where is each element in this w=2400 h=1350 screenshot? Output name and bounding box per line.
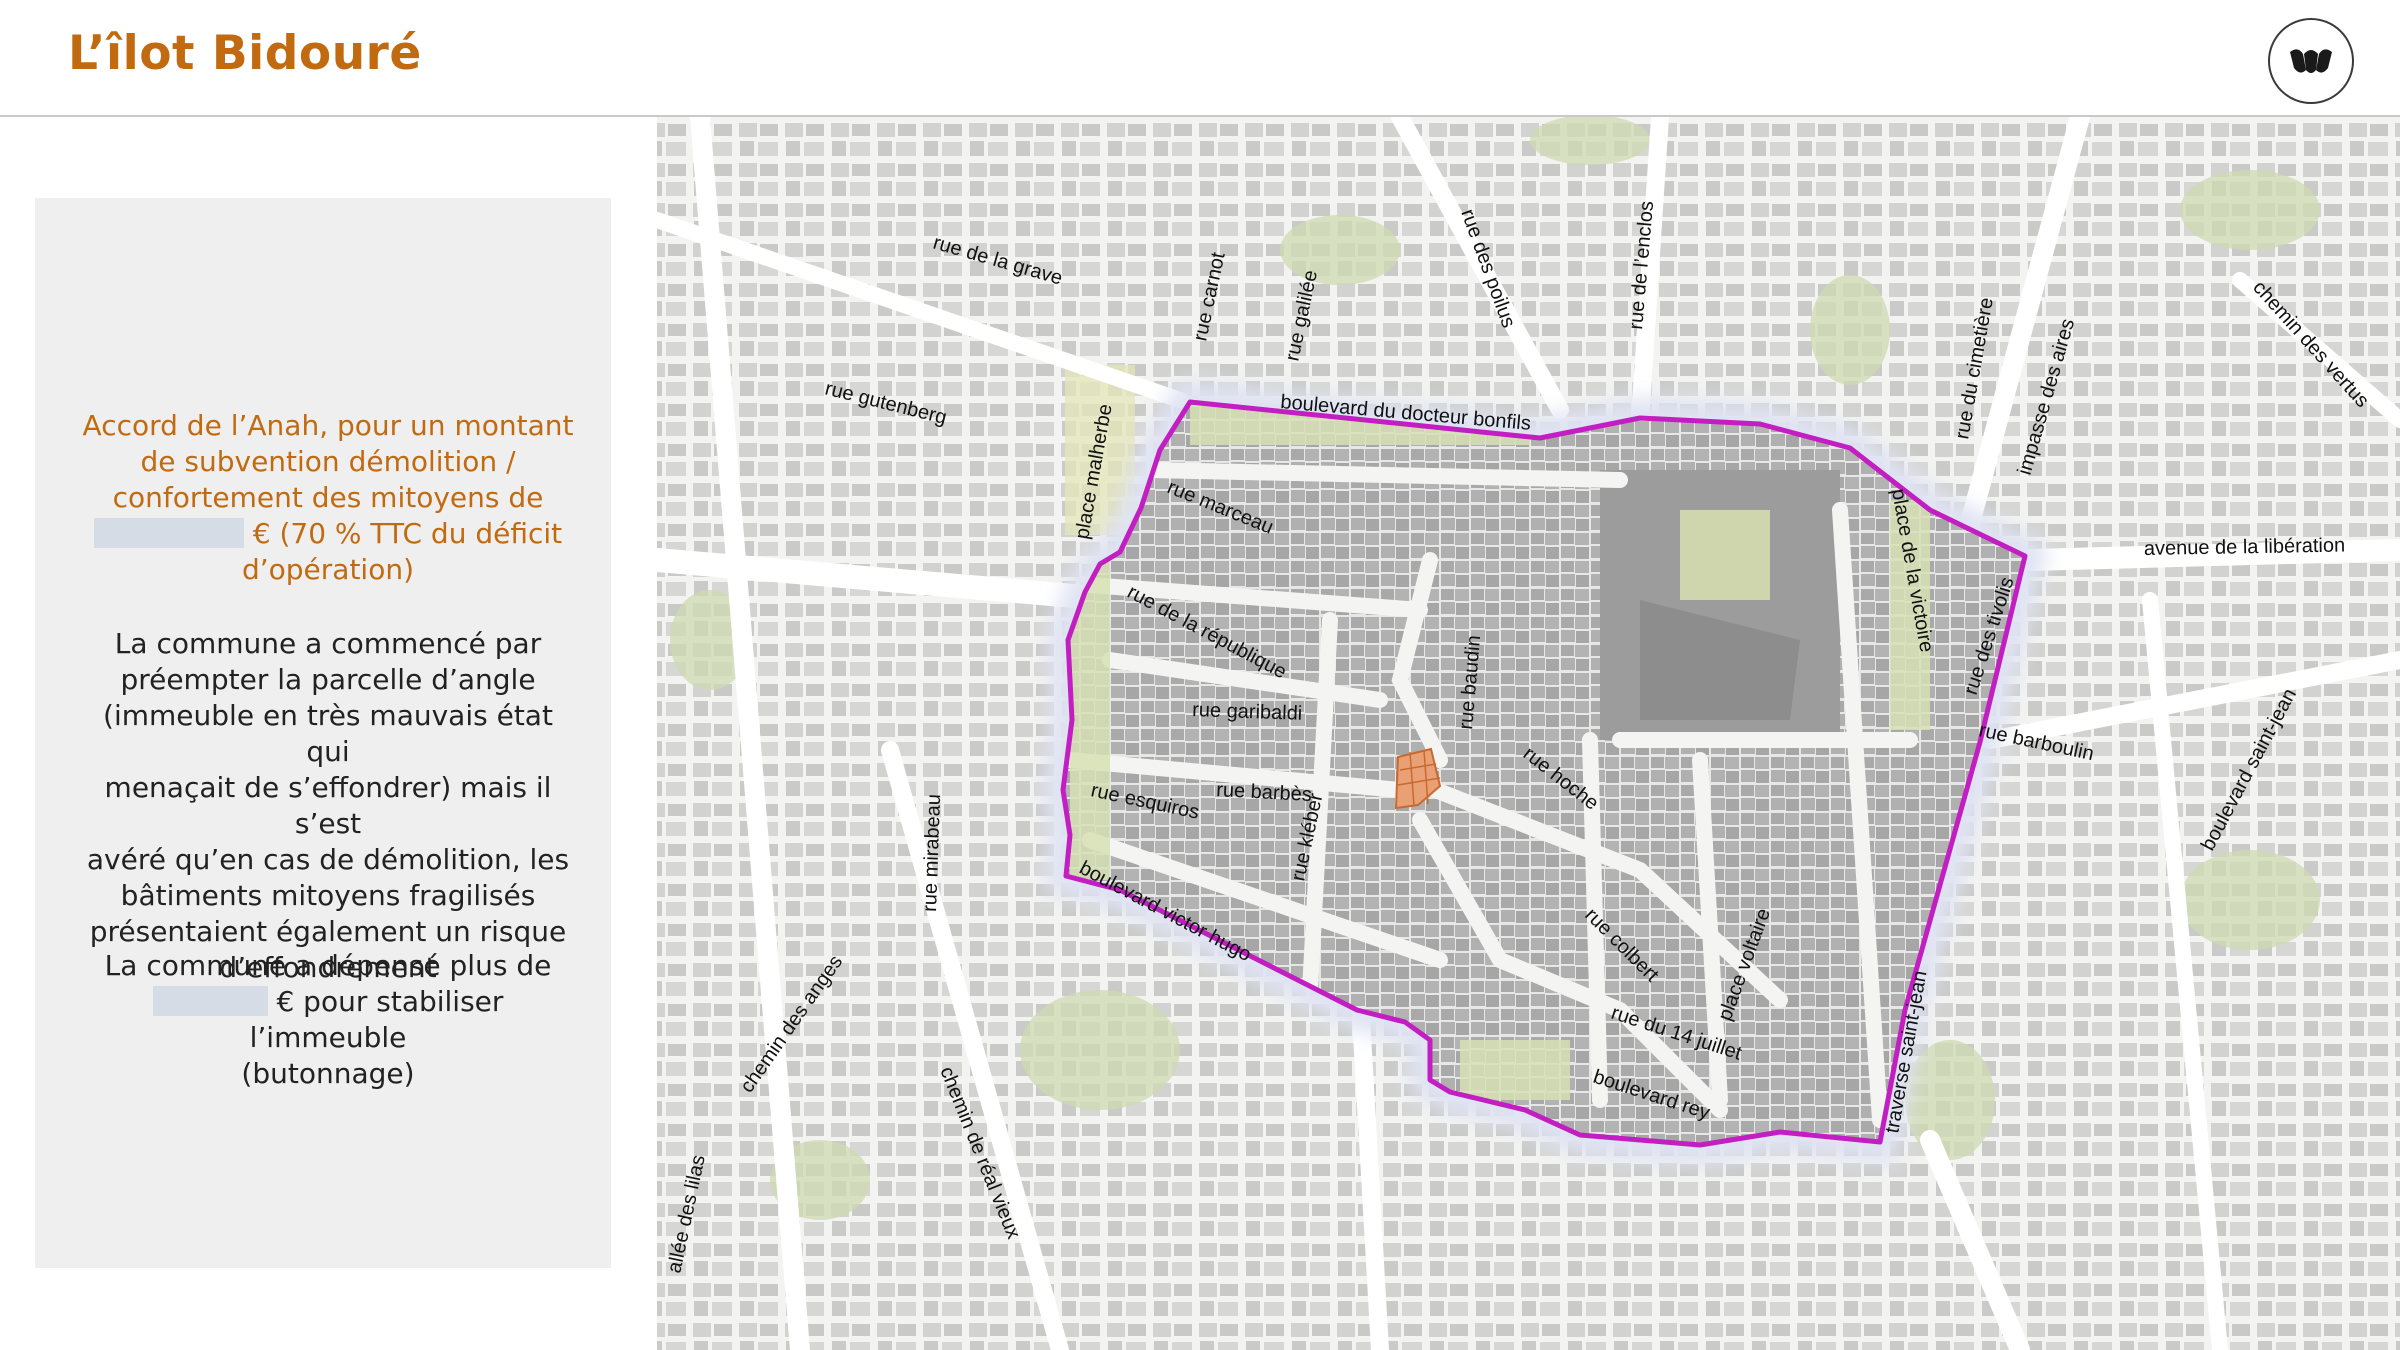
street-label: avenue de la libération [2144,534,2346,560]
aerial-map[interactable]: rue de la grave rue carnot rue galilée r… [657,117,2400,1350]
anah-amount-line: € (70 % TTC du déficit [80,516,576,552]
depense-text: La commune a dépensé plus de € pour stab… [80,948,576,1092]
redacted-amount [93,518,244,548]
street-label: rue garibaldi [1192,699,1303,725]
street-label: rue mirabeau [919,794,945,913]
monogram-logo-icon [2268,18,2354,104]
header-bar: L’îlot Bidouré [0,0,2400,117]
anah-text: Accord de l’Anah, pour un montant de sub… [80,408,576,588]
commune-text: La commune a commencé par préempter la p… [86,627,570,984]
page-title: L’îlot Bidouré [68,26,422,81]
depense-amount-line: € pour stabiliser l’immeuble [80,984,576,1056]
info-panel: Accord de l’Anah, pour un montant de sub… [35,198,611,1268]
redacted-amount [152,986,268,1016]
